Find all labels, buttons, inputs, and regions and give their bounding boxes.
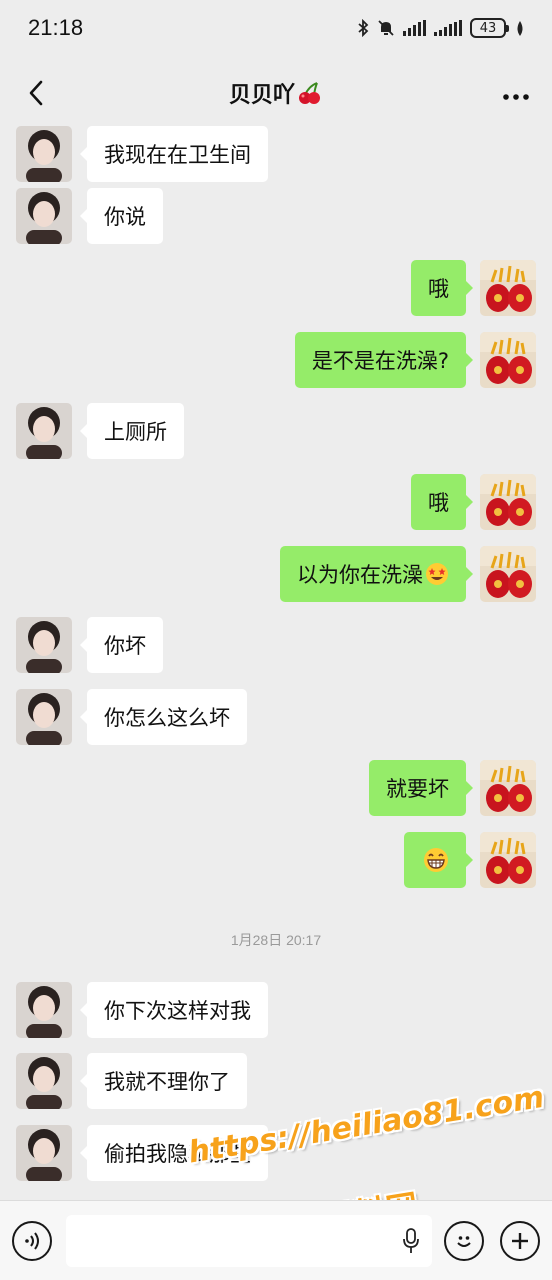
message-text: 你坏 bbox=[104, 634, 146, 658]
message-text: 就要坏 bbox=[386, 777, 449, 801]
signal-icon bbox=[434, 20, 462, 36]
chevron-left-icon[interactable] bbox=[22, 79, 50, 107]
message-text: 你下次这样对我 bbox=[104, 999, 251, 1023]
input-bar bbox=[0, 1200, 552, 1280]
message-row: 上厕所 bbox=[0, 403, 552, 459]
message-bubble[interactable]: 我现在在卫生间 bbox=[80, 126, 268, 182]
message-bubble[interactable]: 哦 bbox=[411, 260, 473, 316]
more-dots-icon[interactable] bbox=[502, 80, 530, 106]
message-input[interactable] bbox=[66, 1214, 432, 1267]
message-bubble[interactable]: 你怎么这么坏 bbox=[80, 689, 247, 745]
message-timestamp: 1月28日 20:17 bbox=[230, 932, 322, 948]
message-row: 就要坏 bbox=[0, 760, 552, 816]
message-text: 是不是在洗澡? bbox=[311, 349, 449, 373]
message-bubble[interactable]: 你坏 bbox=[80, 617, 163, 673]
message-bubble[interactable]: 我就不理你了 bbox=[80, 1053, 247, 1109]
mic-icon[interactable] bbox=[402, 1227, 420, 1254]
contact-avatar[interactable] bbox=[16, 403, 72, 459]
message-row: 我现在在卫生间 bbox=[0, 126, 552, 182]
contact-avatar[interactable] bbox=[16, 126, 72, 182]
bluetooth-icon bbox=[358, 19, 369, 37]
message-row: 你怎么这么坏 bbox=[0, 689, 552, 745]
grinning-emoji bbox=[424, 848, 448, 872]
signal-icon bbox=[403, 20, 426, 36]
message-text: 偷拍我隐私那些 bbox=[104, 1142, 251, 1166]
message-row: 哦 bbox=[0, 260, 552, 316]
contact-avatar[interactable] bbox=[16, 1053, 72, 1109]
message-text: 上厕所 bbox=[104, 420, 167, 444]
message-row: 你坏 bbox=[0, 617, 552, 673]
self-avatar[interactable] bbox=[480, 546, 536, 602]
message-text: 以为你在洗澡 bbox=[297, 563, 423, 587]
message-row: 我就不理你了 bbox=[0, 1053, 552, 1109]
status-bar: 21:18 43 bbox=[0, 0, 552, 56]
message-bubble[interactable]: 上厕所 bbox=[80, 403, 184, 459]
self-avatar[interactable] bbox=[480, 260, 536, 316]
message-text: 我就不理你了 bbox=[104, 1070, 230, 1094]
cherry-icon bbox=[299, 82, 320, 104]
contact-avatar[interactable] bbox=[16, 1125, 72, 1181]
message-bubble[interactable]: 以为你在洗澡 bbox=[280, 546, 473, 602]
message-row: 哦 bbox=[0, 474, 552, 530]
message-bubble[interactable]: 你说 bbox=[80, 188, 163, 244]
message-row: 你下次这样对我 bbox=[0, 982, 552, 1038]
message-row: 你说 bbox=[0, 188, 552, 244]
chat-title: 贝贝吖 bbox=[229, 77, 323, 109]
battery-level: 43 bbox=[479, 20, 497, 36]
message-row bbox=[0, 832, 552, 888]
message-text: 你说 bbox=[104, 205, 146, 229]
battery-icon: 43 bbox=[470, 18, 509, 38]
message-text: 你怎么这么坏 bbox=[104, 706, 230, 730]
contact-avatar[interactable] bbox=[16, 982, 72, 1038]
contact-avatar[interactable] bbox=[16, 689, 72, 745]
status-icons: 43 bbox=[357, 18, 526, 38]
message-row: 偷拍我隐私那些 bbox=[0, 1125, 552, 1181]
message-bubble[interactable]: 就要坏 bbox=[369, 760, 473, 816]
star-struck-emoji bbox=[426, 563, 448, 585]
message-row: 以为你在洗澡 bbox=[0, 546, 552, 602]
self-avatar[interactable] bbox=[480, 760, 536, 816]
self-avatar[interactable] bbox=[480, 474, 536, 530]
mute-bell-icon bbox=[378, 20, 394, 36]
self-avatar[interactable] bbox=[480, 332, 536, 388]
contact-name: 贝贝吖 bbox=[228, 83, 295, 108]
contact-avatar[interactable] bbox=[16, 188, 72, 244]
message-bubble[interactable]: 哦 bbox=[411, 474, 473, 530]
plus-icon[interactable] bbox=[500, 1220, 540, 1261]
leaf-icon bbox=[517, 21, 523, 36]
message-text: 哦 bbox=[428, 491, 449, 515]
message-bubble[interactable]: 偷拍我隐私那些 bbox=[80, 1125, 268, 1181]
message-bubble[interactable]: 是不是在洗澡? bbox=[294, 332, 474, 388]
message-bubble[interactable] bbox=[404, 832, 473, 888]
voice-icon[interactable] bbox=[12, 1220, 52, 1261]
self-avatar[interactable] bbox=[480, 832, 536, 888]
message-text: 哦 bbox=[428, 277, 449, 301]
status-time: 21:18 bbox=[28, 15, 84, 40]
message-row: 是不是在洗澡? bbox=[0, 332, 552, 388]
message-text: 我现在在卫生间 bbox=[104, 143, 251, 167]
contact-avatar[interactable] bbox=[16, 617, 72, 673]
chat-messages[interactable]: 我现在在卫生间 你说 哦 是不是在洗澡? 上厕所 哦 以为你在洗澡 你坏 你怎么… bbox=[0, 118, 552, 1200]
emoji-icon[interactable] bbox=[444, 1220, 484, 1261]
message-bubble[interactable]: 你下次这样对我 bbox=[80, 982, 268, 1038]
